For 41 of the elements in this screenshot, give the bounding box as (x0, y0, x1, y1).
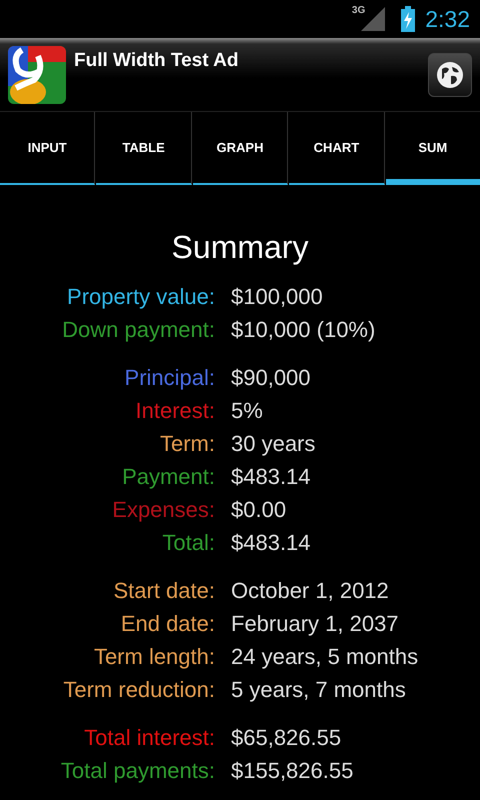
globe-icon (435, 60, 465, 90)
field-label: Start date: (112, 577, 215, 605)
field-value: 30 years (231, 430, 316, 458)
field-label: Principal: (124, 364, 215, 392)
field-label: Term: (159, 430, 215, 458)
ad-banner[interactable]: Full Width Test Ad (0, 38, 480, 112)
field-value: $100,000 (231, 283, 324, 311)
battery-charging-icon (401, 6, 416, 32)
field-value: $483.14 (231, 463, 312, 491)
field-label: Total: (161, 529, 215, 557)
field-value: $483.14 (231, 529, 312, 557)
field-label: Expenses: (111, 496, 215, 524)
field-value: $90,000 (231, 364, 312, 392)
field-value: $0.00 (231, 496, 288, 524)
field-label: Total interest: (83, 724, 215, 752)
field-value: 24 years, 5 months (231, 643, 420, 671)
field-label: End date: (120, 610, 215, 638)
field-label: Total payments: (60, 757, 215, 785)
field-value: 5% (231, 397, 264, 425)
field-label: Property value: (66, 283, 215, 311)
field-value: $65,826.55 (231, 724, 342, 752)
tab[interactable]: TABLE (96, 112, 192, 185)
field-value: $10,000 (10%) (231, 316, 376, 344)
field-label: Term reduction: (62, 676, 215, 704)
tab[interactable]: CHART (289, 112, 385, 185)
tab[interactable]: GRAPH (192, 112, 288, 185)
field-label: Term length: (92, 643, 215, 671)
browser-button[interactable] (428, 52, 472, 96)
summary-title: Summary (170, 229, 310, 266)
field-value: 5 years, 7 months (231, 676, 407, 704)
network-type: 3G (352, 5, 366, 16)
app-icon (8, 46, 66, 104)
field-label: Interest: (134, 397, 215, 425)
field-label: Payment: (121, 463, 215, 491)
ad-title: Full Width Test Ad (74, 50, 240, 72)
field-value: October 1, 2012 (231, 577, 390, 605)
tab[interactable]: INPUT (0, 112, 96, 185)
clock-time: 2:32 (425, 6, 470, 32)
field-value: February 1, 2037 (231, 610, 400, 638)
field-value: $155,826.55 (231, 757, 354, 785)
field-label: Down payment: (61, 316, 215, 344)
